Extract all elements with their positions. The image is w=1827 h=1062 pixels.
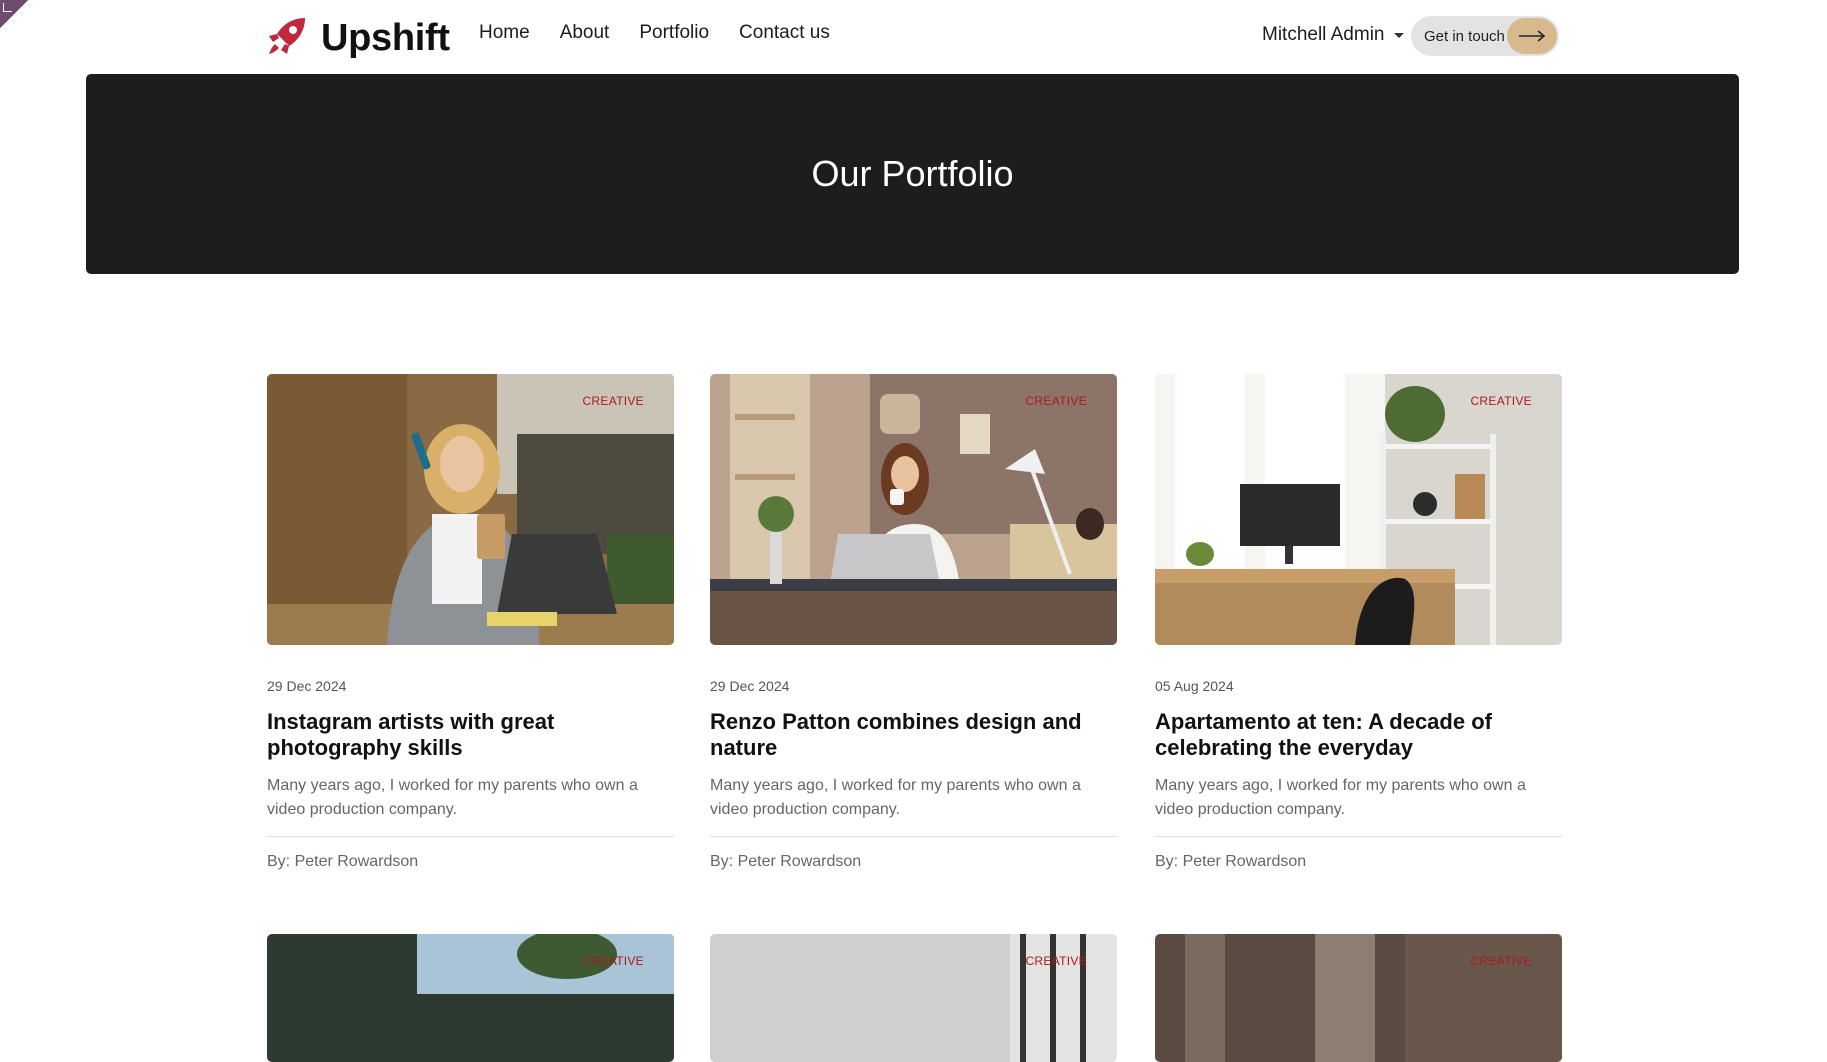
card-divider (1155, 836, 1562, 837)
nav-contact-us[interactable]: Contact us (739, 22, 830, 44)
post-author: By: Peter Rowardson (267, 853, 419, 870)
portfolio-card[interactable]: CREATIVE 29 Dec 2024 Renzo Patton combin… (710, 374, 1117, 871)
user-menu-label: Mitchell Admin (1262, 24, 1385, 45)
post-excerpt: Many years ago, I worked for my parents … (267, 777, 638, 818)
post-date: 29 Dec 2024 (710, 678, 790, 694)
nav-portfolio[interactable]: Portfolio (639, 22, 709, 44)
post-title[interactable]: Apartamento at ten: A decade of celebrat… (1155, 709, 1562, 761)
post-category-tag[interactable]: CREATIVE (582, 954, 644, 968)
site-header: Upshift Home About Portfolio Contact us … (0, 0, 1827, 74)
rocket-icon (265, 14, 309, 63)
post-cover-image[interactable]: CREATIVE (1155, 374, 1562, 645)
post-excerpt: Many years ago, I worked for my parents … (1155, 777, 1526, 818)
post-cover-image[interactable]: CREATIVE (267, 934, 674, 1062)
portfolio-card[interactable]: CREATIVE (267, 934, 674, 1062)
main-nav: Home About Portfolio Contact us (479, 22, 860, 44)
post-author: By: Peter Rowardson (710, 853, 862, 870)
arrow-right-icon (1507, 18, 1557, 54)
post-category-tag[interactable]: CREATIVE (1470, 954, 1532, 968)
brand-name: Upshift (321, 17, 450, 59)
post-cover-image[interactable]: CREATIVE (710, 374, 1117, 645)
post-cover-image[interactable]: CREATIVE (1155, 934, 1562, 1062)
caret-down-icon (1393, 32, 1404, 38)
page-title: Our Portfolio (811, 153, 1014, 194)
portfolio-card[interactable]: CREATIVE 05 Aug 2024 Apartamento at ten:… (1155, 374, 1562, 871)
post-excerpt: Many years ago, I worked for my parents … (710, 777, 1081, 818)
portfolio-hero: Our Portfolio (86, 74, 1739, 274)
post-title[interactable]: Renzo Patton combines design and nature (710, 709, 1117, 761)
card-divider (710, 836, 1117, 837)
post-date: 29 Dec 2024 (267, 678, 347, 694)
post-cover-image[interactable]: CREATIVE (710, 934, 1117, 1062)
post-title[interactable]: Instagram artists with great photography… (267, 709, 674, 761)
portfolio-card[interactable]: CREATIVE 29 Dec 2024 Instagram artists w… (267, 374, 674, 871)
portfolio-card[interactable]: CREATIVE (710, 934, 1117, 1062)
post-category-tag[interactable]: CREATIVE (1470, 394, 1532, 408)
nav-about[interactable]: About (560, 22, 610, 44)
get-in-touch-button[interactable]: Get in touch (1411, 16, 1559, 56)
post-date: 05 Aug 2024 (1155, 678, 1234, 694)
site-logo[interactable]: Upshift (265, 14, 450, 63)
post-category-tag[interactable]: CREATIVE (1025, 954, 1087, 968)
get-in-touch-label: Get in touch (1424, 27, 1505, 45)
nav-home[interactable]: Home (479, 22, 530, 44)
post-category-tag[interactable]: CREATIVE (1025, 394, 1087, 408)
portfolio-card[interactable]: CREATIVE (1155, 934, 1562, 1062)
post-author: By: Peter Rowardson (1155, 853, 1307, 870)
card-divider (267, 836, 674, 837)
post-cover-image[interactable]: CREATIVE (267, 374, 674, 645)
user-menu[interactable]: Mitchell Admin (1262, 24, 1404, 46)
post-category-tag[interactable]: CREATIVE (582, 394, 644, 408)
